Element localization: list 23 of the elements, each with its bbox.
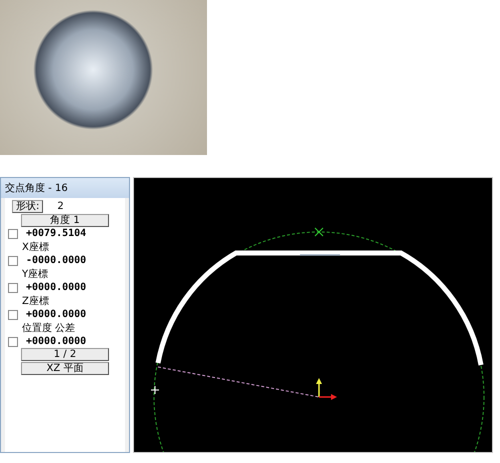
field-label: 位置度 公差 (21, 322, 76, 335)
shape-button[interactable]: 形状: (12, 200, 44, 213)
coordinate-value: -0000.0000 (26, 255, 86, 266)
coordinate-value: +0000.0000 (26, 282, 86, 293)
plus-marker-icon (150, 386, 160, 394)
panel-title: 交点角度 - 16 (1, 178, 129, 198)
panel-button[interactable]: 角度 1 (21, 214, 109, 227)
field-label: Y座標 (21, 268, 50, 281)
panel-button[interactable]: XZ 平面 (21, 362, 109, 375)
checkbox[interactable] (8, 282, 18, 292)
checkbox[interactable] (8, 228, 18, 238)
field-label: X座標 (21, 240, 50, 254)
checkbox[interactable] (8, 310, 18, 320)
coordinate-value: +0079.5104 (26, 228, 86, 239)
coordinate-value: +0000.0000 (26, 336, 86, 347)
checkbox[interactable] (8, 256, 18, 266)
shape-value: 2 (57, 201, 64, 212)
coordinate-value: +0000.0000 (26, 309, 86, 320)
axis-arrows-icon (316, 378, 337, 400)
checkbox[interactable] (8, 336, 18, 346)
cross-marker-icon (314, 228, 324, 236)
field-label: Z座標 (21, 294, 50, 308)
panel-button[interactable]: 1 / 2 (21, 348, 109, 361)
